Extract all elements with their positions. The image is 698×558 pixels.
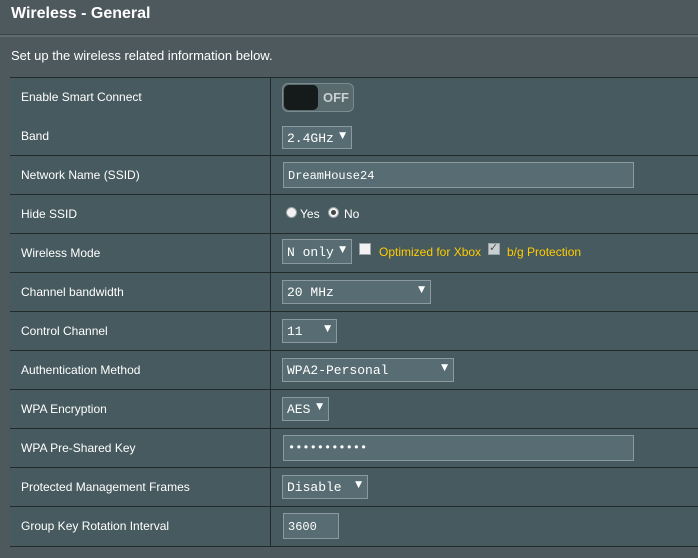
- page-description: Set up the wireless related information …: [11, 48, 273, 63]
- bg-protection-label: b/g Protection: [507, 245, 582, 259]
- wireless-mode-label: Wireless Mode: [21, 246, 101, 260]
- row-hide-ssid: Hide SSID Yes No: [10, 195, 698, 234]
- chevron-down-icon: ▼: [355, 480, 362, 490]
- band-select[interactable]: 2.4GHz ▼: [282, 126, 352, 149]
- ssid-label: Network Name (SSID): [21, 168, 140, 182]
- band-label: Band: [21, 129, 50, 143]
- header-divider: [0, 35, 698, 37]
- page-title: Wireless - General: [11, 5, 151, 22]
- hide-ssid-yes-radio[interactable]: [286, 207, 297, 218]
- chevron-down-icon: ▼: [441, 363, 448, 373]
- xbox-checkbox[interactable]: [359, 243, 371, 255]
- row-channel-bandwidth: Channel bandwidth 20 MHz ▼: [10, 273, 698, 312]
- hide-ssid-no-label: No: [344, 207, 360, 221]
- ssid-input[interactable]: DreamHouse24: [283, 162, 634, 188]
- smart-connect-toggle[interactable]: OFF: [282, 83, 354, 112]
- wireless-mode-select[interactable]: N only ▼: [282, 239, 352, 264]
- row-control-channel: Control Channel 11 ▼: [10, 312, 698, 351]
- channel-bandwidth-select[interactable]: 20 MHz ▼: [282, 280, 431, 304]
- row-band: Band 2.4GHz ▼: [10, 117, 698, 156]
- chevron-down-icon: ▼: [418, 285, 425, 295]
- auth-method-label: Authentication Method: [21, 363, 141, 377]
- toggle-state-text: OFF: [323, 90, 349, 105]
- gkri-label: Group Key Rotation Interval: [21, 519, 170, 533]
- gkri-input[interactable]: 3600: [283, 513, 339, 539]
- row-wireless-mode: Wireless Mode N only ▼ Optimized for Xbo…: [10, 234, 698, 273]
- row-ssid: Network Name (SSID) DreamHouse24: [10, 156, 698, 195]
- row-pmf: Protected Management Frames Disable ▼: [10, 468, 698, 507]
- hide-ssid-no-radio[interactable]: [328, 207, 339, 218]
- psk-label: WPA Pre-Shared Key: [21, 441, 136, 455]
- hide-ssid-yes-label: Yes: [300, 207, 320, 221]
- control-channel-select[interactable]: 11 ▼: [282, 319, 337, 343]
- settings-table: Enable Smart Connect OFF Band 2.4GHz ▼ N…: [10, 77, 698, 547]
- smart-connect-label: Enable Smart Connect: [21, 90, 142, 104]
- control-channel-label: Control Channel: [21, 324, 108, 338]
- bg-protection-checkbox[interactable]: [488, 241, 500, 255]
- channel-bandwidth-label: Channel bandwidth: [21, 285, 124, 299]
- xbox-label: Optimized for Xbox: [379, 245, 482, 259]
- row-gkri: Group Key Rotation Interval 3600: [10, 507, 698, 547]
- wpa-encryption-label: WPA Encryption: [21, 402, 107, 416]
- chevron-down-icon: ▼: [324, 324, 331, 334]
- page-header: Wireless - General: [0, 0, 698, 35]
- hide-ssid-label: Hide SSID: [21, 207, 78, 221]
- psk-input[interactable]: •••••••••••: [283, 435, 634, 461]
- chevron-down-icon: ▼: [339, 245, 346, 255]
- row-auth-method: Authentication Method WPA2-Personal ▼: [10, 351, 698, 390]
- chevron-down-icon: ▼: [316, 402, 323, 412]
- chevron-down-icon: ▼: [339, 131, 346, 141]
- pmf-select[interactable]: Disable ▼: [282, 475, 368, 499]
- row-smart-connect: Enable Smart Connect OFF: [10, 78, 698, 117]
- row-psk: WPA Pre-Shared Key •••••••••••: [10, 429, 698, 468]
- pmf-label: Protected Management Frames: [21, 480, 190, 494]
- auth-method-select[interactable]: WPA2-Personal ▼: [282, 358, 454, 382]
- toggle-knob: [284, 85, 318, 110]
- wpa-encryption-select[interactable]: AES ▼: [282, 397, 329, 421]
- row-wpa-encryption: WPA Encryption AES ▼: [10, 390, 698, 429]
